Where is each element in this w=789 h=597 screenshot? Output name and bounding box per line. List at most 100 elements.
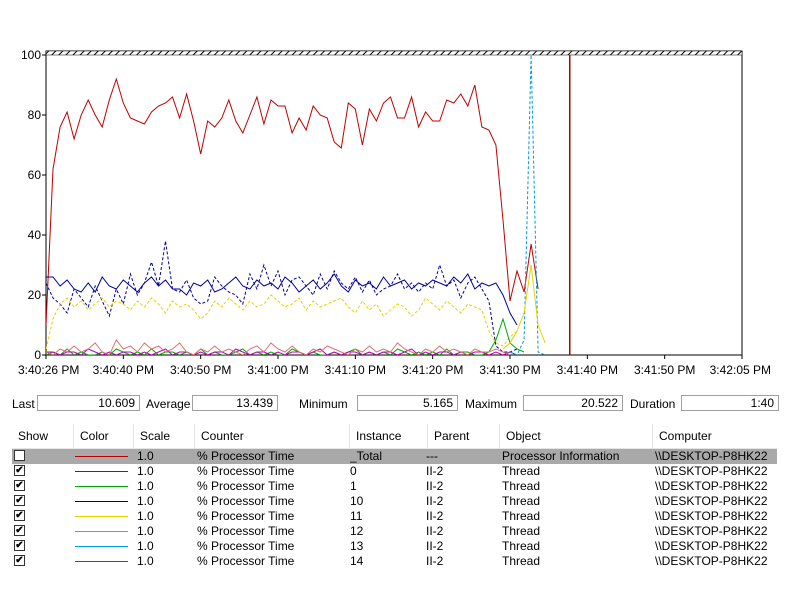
computer-cell: \\DESKTOP-P8HK22 xyxy=(655,554,768,568)
computer-cell: \\DESKTOP-P8HK22 xyxy=(655,479,768,493)
counter-cell: % Processor Time xyxy=(197,464,295,478)
column-header-parent[interactable]: Parent xyxy=(428,424,500,448)
x-tick-label: 3:41:30 PM xyxy=(479,363,540,377)
computer-cell: \\DESKTOP-P8HK22 xyxy=(655,494,768,508)
instance-cell: 12 xyxy=(350,524,364,538)
parent-cell: II-2 xyxy=(426,554,444,568)
counter-cell: % Processor Time xyxy=(197,509,295,523)
column-header-show[interactable]: Show xyxy=(12,424,74,448)
object-cell: Thread xyxy=(502,524,541,538)
color-swatch xyxy=(75,486,128,487)
color-swatch xyxy=(75,501,128,502)
counter-cell: % Processor Time xyxy=(197,554,295,568)
legend-row[interactable]: ✔ 1.0 % Processor Time 10 II-2 Thread \\DESKTO… xyxy=(12,494,777,509)
column-header-instance[interactable]: Instance xyxy=(350,424,428,448)
color-swatch xyxy=(75,531,128,532)
instance-cell: 13 xyxy=(350,539,364,553)
scale-cell: 1.0 xyxy=(137,449,154,463)
scale-cell: 1.0 xyxy=(137,509,154,523)
y-tick-label: 40 xyxy=(28,228,42,242)
y-tick-label: 80 xyxy=(28,108,42,122)
last-label: Last xyxy=(12,397,35,411)
parent-cell: II-2 xyxy=(426,509,444,523)
y-tick-label: 0 xyxy=(34,348,41,362)
column-header-object[interactable]: Object xyxy=(500,424,653,448)
parent-cell: --- xyxy=(426,449,438,463)
show-checkbox[interactable]: ✔ xyxy=(14,540,25,551)
x-tick-label: 3:41:20 PM xyxy=(402,363,463,377)
scale-cell: 1.0 xyxy=(137,479,154,493)
legend-row[interactable]: ✔ 1.0 % Processor Time 13 II-2 Thread \\DESKTO… xyxy=(12,539,777,554)
show-checkbox[interactable]: ✔ xyxy=(14,495,25,506)
x-tick-label: 3:40:26 PM xyxy=(18,363,79,377)
y-tick-label: 20 xyxy=(28,288,42,302)
object-cell: Processor Information xyxy=(502,449,620,463)
object-cell: Thread xyxy=(502,539,541,553)
minimum-label: Minimum xyxy=(299,397,348,411)
average-label: Average xyxy=(146,397,191,411)
maximum-label: Maximum xyxy=(465,397,518,411)
instance-cell: 14 xyxy=(350,554,364,568)
scale-cell: 1.0 xyxy=(137,464,154,478)
computer-cell: \\DESKTOP-P8HK22 xyxy=(655,449,768,463)
show-checkbox[interactable]: ✔ xyxy=(14,465,25,476)
object-cell: Thread xyxy=(502,554,541,568)
minimum-value: 5.165 xyxy=(357,395,458,411)
column-header-counter[interactable]: Counter xyxy=(195,424,350,448)
column-header-computer[interactable]: Computer xyxy=(653,424,777,448)
parent-cell: II-2 xyxy=(426,479,444,493)
column-header-scale[interactable]: Scale xyxy=(134,424,195,448)
scale-cell: 1.0 xyxy=(137,539,154,553)
y-tick-label: 100 xyxy=(21,48,41,62)
parent-cell: II-2 xyxy=(426,494,444,508)
x-tick-label: 3:41:00 PM xyxy=(247,363,308,377)
object-cell: Thread xyxy=(502,509,541,523)
parent-cell: II-2 xyxy=(426,539,444,553)
y-axis-ticks: 100 80 60 40 20 0 xyxy=(21,48,46,362)
counter-legend-table: Show Color Scale Counter Instance Parent… xyxy=(12,424,777,574)
show-checkbox[interactable]: ✔ xyxy=(14,480,25,491)
instance-cell: _Total xyxy=(350,449,383,463)
computer-cell: \\DESKTOP-P8HK22 xyxy=(655,464,768,478)
counter-cell: % Processor Time xyxy=(197,479,295,493)
time-range-bar[interactable] xyxy=(45,50,743,56)
counter-cell: % Processor Time xyxy=(197,539,295,553)
color-swatch xyxy=(75,561,128,562)
x-tick-label: 3:41:40 PM xyxy=(557,363,618,377)
parent-cell: II-2 xyxy=(426,524,444,538)
legend-row[interactable]: 1.0 % Processor Time _Total --- Processor In… xyxy=(12,449,777,464)
color-swatch xyxy=(75,456,128,457)
show-checkbox[interactable] xyxy=(14,450,25,461)
object-cell: Thread xyxy=(502,479,541,493)
computer-cell: \\DESKTOP-P8HK22 xyxy=(655,524,768,538)
average-value: 13.439 xyxy=(192,395,278,411)
computer-cell: \\DESKTOP-P8HK22 xyxy=(655,509,768,523)
column-header-color[interactable]: Color xyxy=(74,424,134,448)
color-swatch xyxy=(75,546,128,547)
duration-label: Duration xyxy=(630,397,676,411)
x-tick-label: 3:40:50 PM xyxy=(170,363,231,377)
legend-row[interactable]: ✔ 1.0 % Processor Time 11 II-2 Thread \\DESKTO… xyxy=(12,509,777,524)
legend-row[interactable]: ✔ 1.0 % Processor Time 1 II-2 Thread \\DESKTOP… xyxy=(12,479,777,494)
object-cell: Thread xyxy=(502,494,541,508)
scale-cell: 1.0 xyxy=(137,494,154,508)
stats-bar: Last 10.609 Average 13.439 Minimum 5.165… xyxy=(0,395,789,413)
x-tick-label: 3:41:50 PM xyxy=(634,363,695,377)
legend-row[interactable]: ✔ 1.0 % Processor Time 12 II-2 Thread \\DESKTO… xyxy=(12,524,777,539)
scale-cell: 1.0 xyxy=(137,554,154,568)
x-tick-label: 3:41:10 PM xyxy=(325,363,386,377)
color-swatch xyxy=(75,471,128,472)
scale-cell: 1.0 xyxy=(137,524,154,538)
legend-row[interactable]: ✔ 1.0 % Processor Time 0 II-2 Thread \\DESKTOP… xyxy=(12,464,777,479)
duration-value: 1:40 xyxy=(681,395,779,411)
legend-row[interactable]: ✔ 1.0 % Processor Time 14 II-2 Thread \\DESKTO… xyxy=(12,554,777,569)
performance-graph[interactable]: 100 80 60 40 20 0 3:40:26 PM 3:40:40 PM 3:40:50… xyxy=(0,0,789,392)
color-swatch xyxy=(75,516,128,517)
show-checkbox[interactable]: ✔ xyxy=(14,525,25,536)
counter-cell: % Processor Time xyxy=(197,524,295,538)
show-checkbox[interactable]: ✔ xyxy=(14,510,25,521)
y-tick-label: 60 xyxy=(28,168,42,182)
instance-cell: 0 xyxy=(350,464,357,478)
instance-cell: 10 xyxy=(350,494,364,508)
show-checkbox[interactable]: ✔ xyxy=(14,555,25,566)
